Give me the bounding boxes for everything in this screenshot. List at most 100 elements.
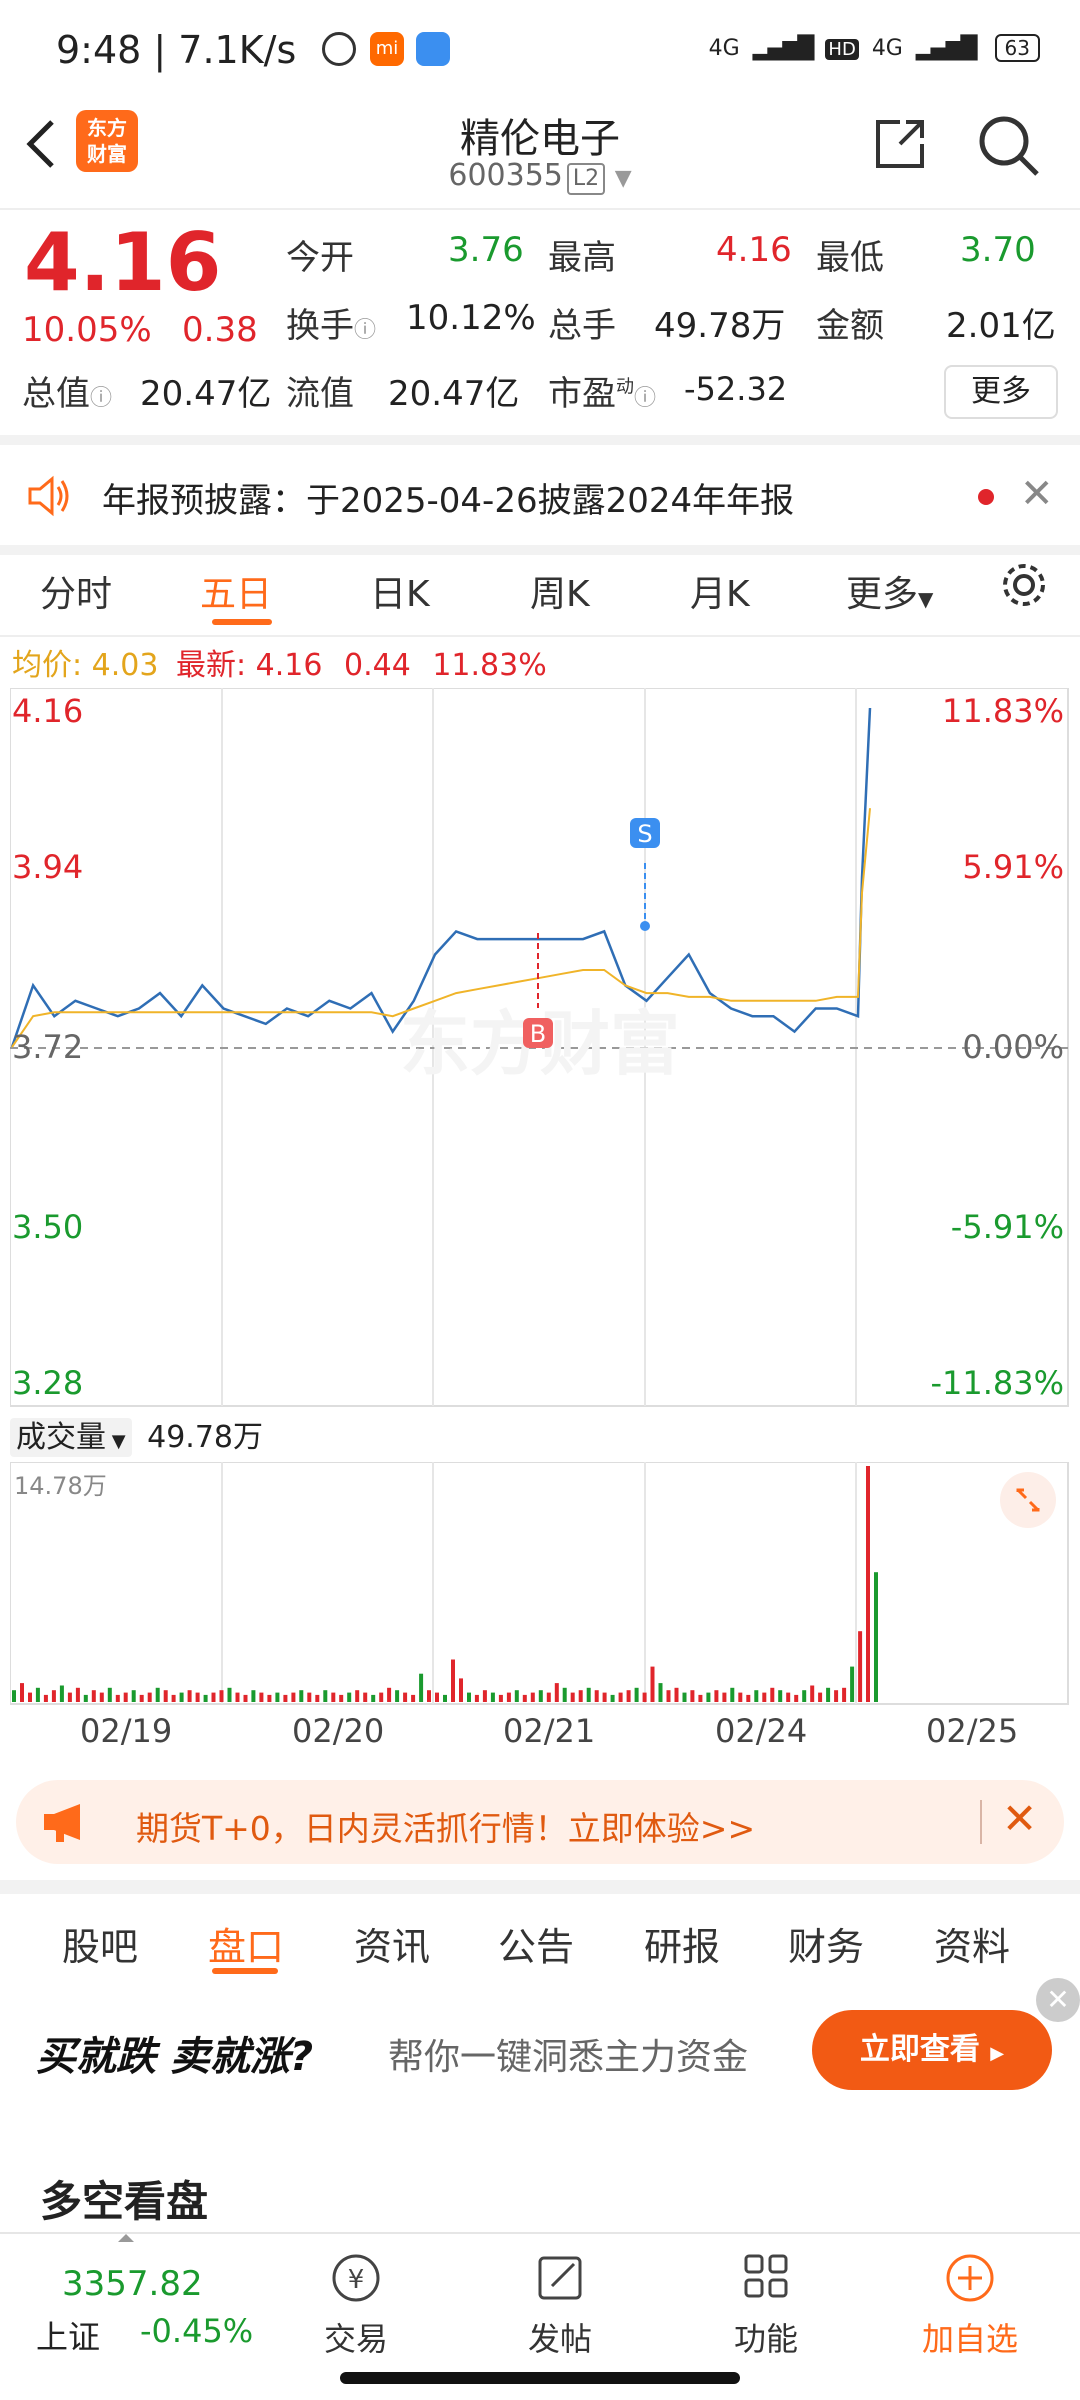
pe-value: -52.32: [684, 370, 788, 408]
search-button[interactable]: [975, 112, 1041, 178]
volume-bar: [754, 1690, 759, 1702]
volume-bar: [395, 1690, 400, 1702]
volume-bar: [682, 1692, 687, 1702]
stock-code: 600355: [448, 158, 563, 193]
volume-bars-group: [12, 1466, 878, 1702]
volume-bar: [379, 1692, 384, 1702]
section-title: 多空看盘: [40, 2177, 209, 2226]
tab-five-day[interactable]: 五日: [200, 565, 272, 617]
volume-bar: [610, 1694, 615, 1702]
caret-up-icon: [118, 2234, 134, 2242]
y-left-tick: 4.16: [12, 692, 84, 730]
volume-bar: [411, 1694, 416, 1702]
float-value: 20.47亿: [388, 374, 520, 414]
volume-bar: [451, 1659, 455, 1702]
turnover-label-text: 换手: [286, 306, 354, 346]
volume-bar: [147, 1692, 152, 1702]
close-icon[interactable]: ✕: [1036, 1978, 1080, 2022]
index-value[interactable]: 3357.82: [62, 2264, 203, 2304]
price-chart[interactable]: 东方财富 S B 4.16 3.94 3.72 3.50 3.28 11.83%…: [9, 687, 1070, 1408]
futures-banner[interactable]: 期货T+0，日内灵活抓行情！立即体验>> ✕: [16, 1780, 1064, 1864]
nav-functions[interactable]: 功能: [676, 2250, 856, 2360]
volume-bar: [818, 1692, 823, 1702]
share-button[interactable]: [870, 114, 930, 174]
caret-down-icon: ▼: [106, 1431, 126, 1452]
x-tick: 02/21: [503, 1712, 596, 1750]
nav-add-watchlist-label: 加自选: [921, 2320, 1018, 2358]
float-label: 流值: [286, 374, 354, 414]
divider: [980, 1800, 982, 1844]
bottom-nav: 3357.82 上证 -0.45% ¥ 交易 发帖 功能 加自选: [0, 2232, 1080, 2374]
nav-add-watchlist[interactable]: 加自选: [880, 2250, 1060, 2360]
volume-bar: [570, 1692, 575, 1702]
share-icon: [876, 120, 924, 168]
ad-view-button[interactable]: 立即查看 ▶: [812, 2010, 1052, 2090]
volume-bar: [546, 1692, 551, 1702]
volume-bar: [283, 1694, 288, 1702]
price-chart-svg: 东方财富 S B: [9, 687, 1069, 1407]
volume-bar: [75, 1687, 80, 1702]
volume-bar: [131, 1690, 136, 1702]
close-icon[interactable]: ✕: [1002, 1794, 1037, 1843]
volume-bar: [291, 1692, 296, 1702]
more-quote-button[interactable]: 更多: [944, 365, 1058, 419]
volume-indicator-select[interactable]: 成交量 ▼: [10, 1418, 132, 1457]
nav-trade[interactable]: ¥ 交易: [266, 2250, 446, 2360]
volume-total: 49.78万: [147, 1420, 264, 1455]
tab-monthly-k[interactable]: 月K: [690, 565, 750, 617]
tab-weekly-k[interactable]: 周K: [530, 565, 590, 617]
notice-bar[interactable]: 年报预披露：于2025-04-26披露2024年年报 ✕: [0, 435, 1080, 555]
volume-bar: [602, 1692, 607, 1702]
volume-bar: [850, 1666, 855, 1702]
nav-post[interactable]: 发帖: [470, 2250, 650, 2360]
nav-functions-label: 功能: [733, 2320, 798, 2358]
volume-bar: [83, 1694, 88, 1702]
volume-bar: [275, 1692, 280, 1702]
tab-news[interactable]: 资讯: [354, 1916, 430, 1971]
tab-pankou[interactable]: 盘口: [208, 1916, 284, 1971]
volume-bar: [554, 1683, 559, 1702]
y-right-tick: -5.91%: [950, 1208, 1064, 1246]
x-tick: 02/24: [715, 1712, 808, 1750]
volume-bar: [323, 1690, 328, 1702]
level2-badge: L2: [566, 163, 606, 195]
tab-research[interactable]: 研报: [644, 1916, 720, 1971]
volume-bar: [51, 1690, 56, 1702]
volume-bar: [251, 1690, 256, 1702]
ad-banner[interactable]: 买就跌 卖就涨? 帮你一键洞悉主力资金 立即查看 ▶ ✕: [0, 1978, 1080, 2128]
status-bar: 9:48 | 7.1K/s mi 4G ▂▄▆█ HD 4G ▂▄▆█ 63: [0, 0, 1080, 100]
tab-daily-k[interactable]: 日K: [370, 565, 430, 617]
volume-bar: [28, 1692, 32, 1702]
low-value: 3.70: [960, 230, 1036, 270]
quote-panel: 4.16 10.05% 0.38 今开 3.76 最高 4.16 最低 3.70…: [0, 210, 1080, 432]
volume-bar: [490, 1692, 495, 1702]
signal-icon-2: ▂▄▆█: [915, 36, 978, 61]
chart-tabs: 分时 五日 日K 周K 月K 更多▼: [0, 545, 1080, 637]
volume-bar: [722, 1692, 727, 1702]
index-change: -0.45%: [140, 2312, 254, 2350]
fullscreen-button[interactable]: [1000, 1472, 1056, 1528]
volume-bar: [211, 1692, 216, 1702]
speaker-icon: [24, 471, 74, 521]
current-price: 4.16: [24, 216, 222, 309]
volume-bar: [403, 1692, 408, 1702]
tab-intraday[interactable]: 分时: [40, 565, 112, 617]
tab-more[interactable]: 更多▼: [846, 565, 933, 617]
ad-desc: 帮你一键洞悉主力资金: [388, 2037, 749, 2078]
close-icon[interactable]: ✕: [1020, 471, 1054, 517]
volume-bar: [99, 1692, 104, 1702]
volume-bar: [802, 1690, 807, 1702]
volume-bar: [706, 1692, 711, 1702]
tab-guba[interactable]: 股吧: [62, 1916, 138, 1971]
volume-chart[interactable]: 14.78万: [9, 1461, 1070, 1706]
price-series-group: [10, 707, 872, 1048]
volume-bar: [59, 1685, 64, 1702]
chart-settings-button[interactable]: [996, 557, 1052, 613]
tab-announcements[interactable]: 公告: [498, 1916, 574, 1971]
volume-bar: [115, 1694, 120, 1702]
home-indicator[interactable]: [340, 2372, 740, 2384]
info-tabs: 股吧 盘口 资讯 公告 研报 财务 资料: [0, 1880, 1080, 1992]
buy-marker-label: B: [530, 1020, 546, 1048]
tab-profile[interactable]: 资料: [934, 1916, 1010, 1971]
tab-finance[interactable]: 财务: [788, 1916, 864, 1971]
